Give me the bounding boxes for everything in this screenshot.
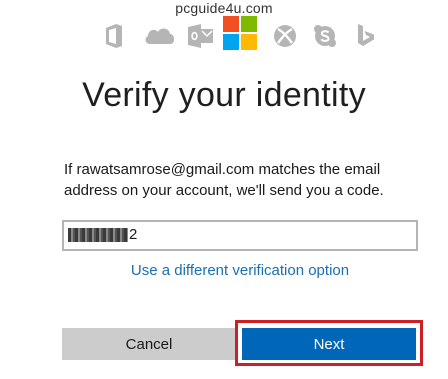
outlook-icon [188,24,214,48]
logo-square-red [223,16,239,32]
microsoft-logo [223,16,257,50]
logo-square-yellow [241,34,257,50]
redacted-text-block [68,228,128,242]
logo-square-green [241,16,257,32]
phone-digits-input[interactable]: 2 [62,220,418,251]
bing-icon [356,24,380,48]
page-title: Verify your identity [82,76,366,114]
xbox-icon [273,24,297,48]
logo-square-blue [223,34,239,50]
watermark-text: pcguide4u.com [175,0,273,16]
skype-icon [313,24,337,48]
next-button[interactable]: Next [242,328,416,360]
product-icon-row [0,16,448,52]
office-icon [104,24,128,48]
onedrive-icon [144,24,176,48]
cancel-button[interactable]: Cancel [62,328,236,360]
input-visible-digit: 2 [129,226,138,243]
verification-description: If rawatsamrose@gmail.com matches the em… [64,161,384,199]
different-verification-option-link[interactable]: Use a different verification option [0,262,448,279]
